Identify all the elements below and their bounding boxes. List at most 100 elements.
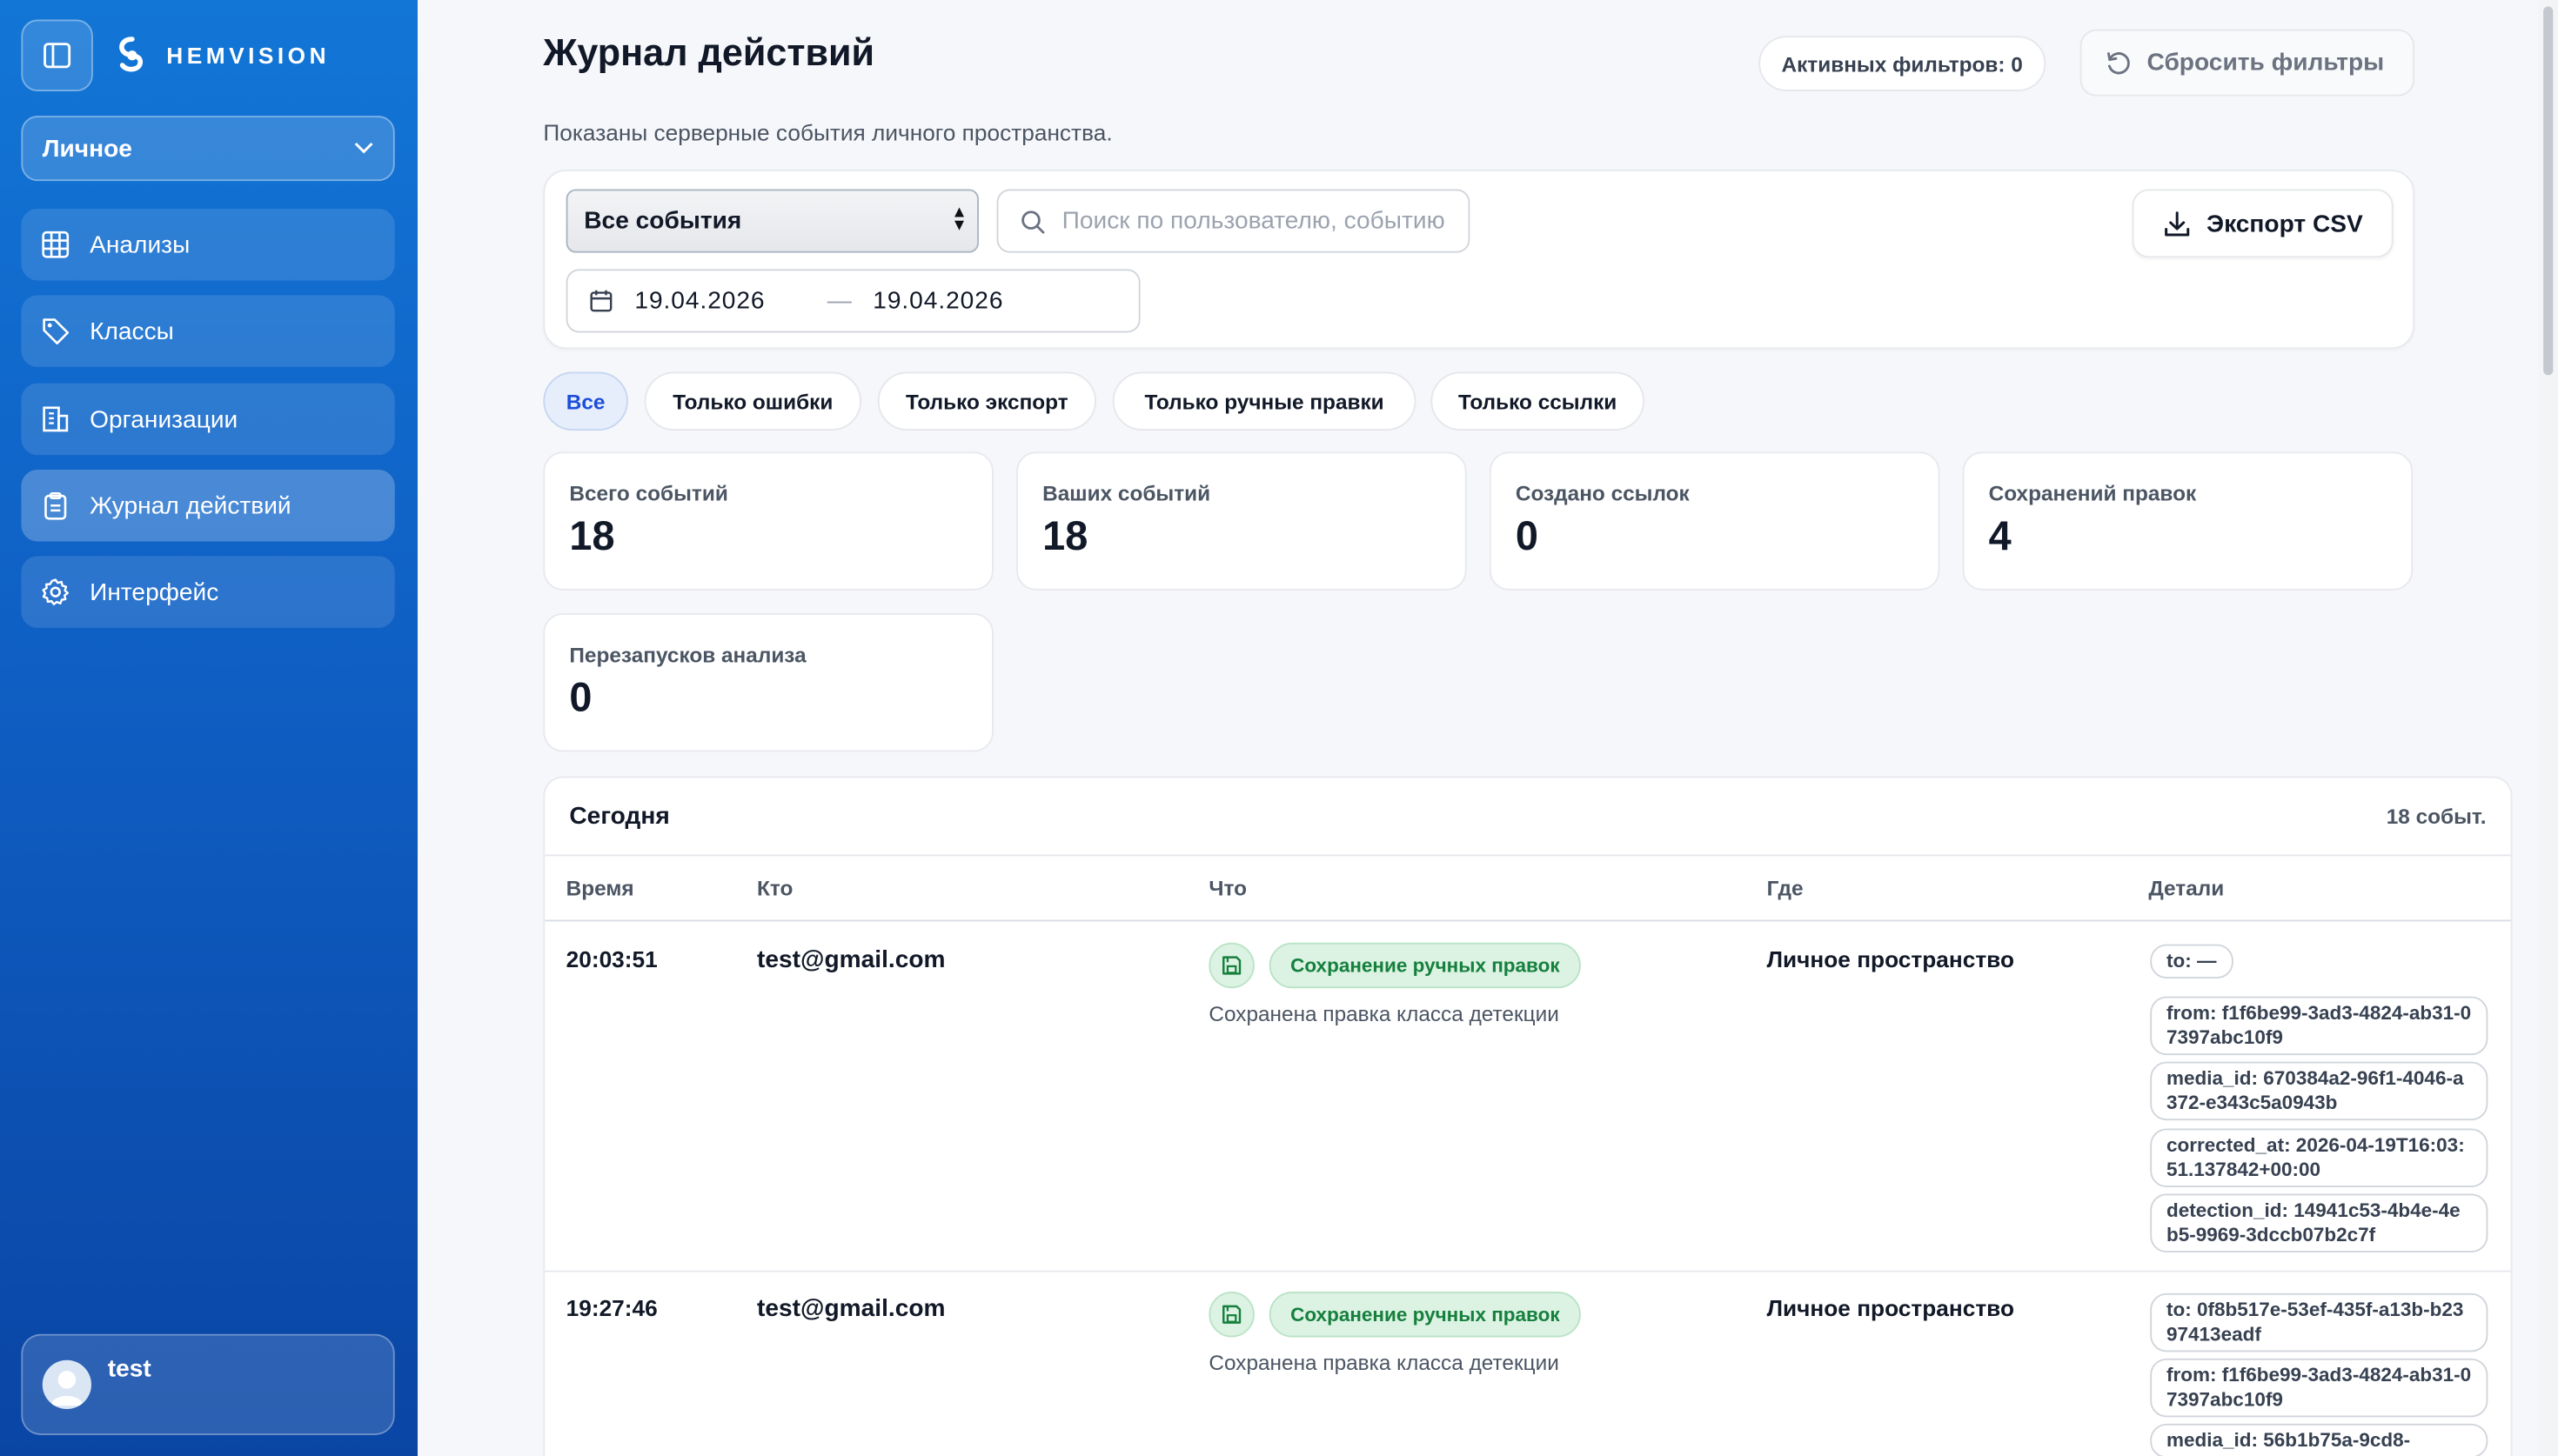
sidebar-item-label: Организации (90, 404, 238, 433)
export-csv-button[interactable]: Экспорт CSV (2132, 189, 2394, 258)
date-separator: — (827, 287, 852, 315)
logo-icon (119, 37, 144, 72)
column-header-what: Что (1209, 875, 1248, 900)
event-type-badge: Сохранение ручных правок (1269, 1292, 1581, 1338)
date-to-input[interactable]: 19.04.2026 (873, 287, 1003, 315)
header-divider (545, 919, 2511, 922)
cell-description: Сохранена правка класса детекции (1209, 1001, 1559, 1026)
cell-who: test@gmail.com (757, 1294, 946, 1323)
quick-filter-all[interactable]: Все (543, 371, 628, 431)
sidebar-item-label: Интерфейс (90, 578, 219, 606)
detail-chip: detection_id: 14941c53-4b4e-4eb5-9969-3d… (2150, 1193, 2488, 1252)
detail-chip: media_id: 56b1b75a-9cd8- (2150, 1423, 2488, 1456)
reset-filters-button[interactable]: Сбросить фильтры (2079, 29, 2414, 97)
detail-chip: media_id: 670384a2-96f1-4046-a372-e343c5… (2150, 1061, 2488, 1121)
detail-chip: from: f1f6be99-3ad3-4824-ab31-07397abc10… (2150, 996, 2488, 1056)
row-divider (545, 1270, 2511, 1272)
stat-card-yours: Ваших событий 18 (1016, 451, 1467, 591)
sidebar: HEMVISION Личное Анализы Классы Организа… (0, 0, 418, 1456)
detail-chip: corrected_at: 2026-04-19T16:03:51.137842… (2150, 1128, 2488, 1187)
sidebar-toggle-button[interactable] (21, 19, 93, 91)
cell-where: Личное пространство (1766, 1294, 2015, 1321)
user-name: test (107, 1355, 151, 1383)
export-csv-label: Экспорт CSV (2206, 209, 2363, 237)
quick-filter-manual-edits[interactable]: Только ручные правки (1112, 371, 1416, 431)
grid-icon (42, 230, 70, 258)
page-subtitle: Показаны серверные события личного прост… (543, 118, 1113, 145)
quick-filter-errors[interactable]: Только ошибки (644, 371, 861, 431)
save-icon (1209, 942, 1255, 989)
date-from-input[interactable]: 19.04.2026 (634, 287, 765, 315)
stat-value: 4 (1988, 513, 2012, 560)
brand-name: HEMVISION (166, 42, 331, 69)
stat-card-saves: Сохранений правок 4 (1962, 451, 2414, 591)
detail-chip: to: 0f8b517e-53ef-435f-a13b-b2397413eadf (2150, 1292, 2488, 1352)
stat-label: Создано ссылок (1515, 481, 1690, 506)
column-header-time: Время (566, 875, 634, 900)
chevron-down-icon (354, 142, 373, 154)
sidebar-item-interface[interactable]: Интерфейс (21, 556, 395, 628)
column-header-details: Детали (2148, 875, 2225, 900)
stat-label: Перезапусков анализа (569, 642, 807, 667)
brand-logo[interactable]: HEMVISION (114, 36, 330, 75)
column-header-where: Где (1766, 875, 1804, 900)
user-icon (50, 1370, 84, 1406)
group-count: 18 событ. (2386, 804, 2487, 829)
cell-description: Сохранена правка класса детекции (1209, 1350, 1559, 1375)
date-range-picker[interactable]: 19.04.2026 — 19.04.2026 (566, 269, 1141, 333)
stat-card-links: Создано ссылок 0 (1489, 451, 1940, 591)
cell-time: 20:03:51 (566, 945, 658, 972)
avatar (42, 1359, 91, 1409)
sidebar-toggle-icon (44, 43, 71, 69)
search-field[interactable] (996, 189, 1470, 253)
quick-filter-links[interactable]: Только ссылки (1430, 371, 1644, 431)
scrollbar-thumb[interactable] (2543, 6, 2554, 376)
sidebar-item-label: Анализы (90, 230, 191, 259)
search-input[interactable] (1061, 207, 1454, 235)
stat-value: 0 (569, 675, 593, 721)
building-icon (43, 406, 69, 432)
sidebar-item-label: Журнал действий (90, 491, 291, 520)
gear-icon (42, 578, 70, 605)
cell-where: Личное пространство (1766, 945, 2015, 972)
stat-label: Всего событий (569, 481, 728, 506)
stat-card-restarts: Перезапусков анализа 0 (543, 613, 994, 752)
event-type-select[interactable]: Все события ▲ ▼ (566, 189, 979, 253)
group-title: Сегодня (569, 802, 670, 831)
save-icon (1209, 1292, 1255, 1338)
stat-value: 18 (1042, 513, 1088, 560)
event-type-badge: Сохранение ручных правок (1269, 942, 1581, 989)
reset-icon (2107, 52, 2130, 75)
stat-value: 0 (1515, 513, 1538, 560)
stat-label: Ваших событий (1042, 481, 1211, 506)
events-table: Сегодня 18 событ. Время Кто Что Где Дета… (543, 776, 2513, 1456)
detail-chip: to: — (2150, 944, 2233, 978)
sidebar-item-label: Классы (90, 317, 174, 345)
stat-label: Сохранений правок (1988, 481, 2197, 506)
search-icon (1021, 210, 1045, 233)
workspace-select[interactable]: Личное (21, 116, 395, 182)
cell-who: test@gmail.com (757, 945, 946, 974)
reset-filters-label: Сбросить фильтры (2146, 49, 2385, 77)
download-icon (2164, 210, 2189, 236)
select-arrows-icon: ▲ ▼ (951, 204, 968, 235)
user-card[interactable]: test (21, 1333, 395, 1435)
sidebar-item-analyses[interactable]: Анализы (21, 209, 395, 281)
sidebar-item-organizations[interactable]: Организации (21, 383, 395, 456)
active-filters-badge: Активных фильтров: 0 (1758, 36, 2046, 91)
stat-value: 18 (569, 513, 615, 560)
filter-panel: Все события ▲▼ 19.04.2026 — 19.04.2026 Э… (543, 170, 2414, 350)
workspace-select-value: Личное (42, 134, 132, 163)
quick-filter-export[interactable]: Только экспорт (877, 371, 1096, 431)
group-header: Сегодня 18 событ. (545, 778, 2511, 857)
sidebar-item-activity-log[interactable]: Журнал действий (21, 470, 395, 542)
event-type-value: Все события (584, 207, 742, 235)
sidebar-item-classes[interactable]: Классы (21, 295, 395, 367)
page-title: Журнал действий (543, 30, 875, 74)
clipboard-icon (44, 491, 67, 520)
calendar-icon (590, 290, 613, 312)
cell-time: 19:27:46 (566, 1294, 658, 1321)
detail-chip: from: f1f6be99-3ad3-4824-ab31-07397abc10… (2150, 1358, 2488, 1418)
stat-card-total: Всего событий 18 (543, 451, 994, 591)
tag-icon (43, 318, 70, 344)
